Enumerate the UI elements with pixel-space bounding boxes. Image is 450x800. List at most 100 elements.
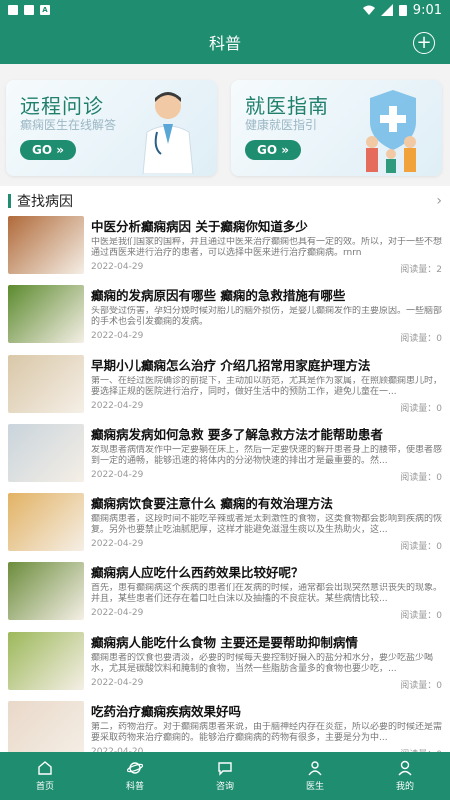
article-summary: 中医是我们国家的国粹，并且通过中医来治疗癫痫也具有一定的效。所以，对于一些不想通…: [91, 237, 442, 258]
article-thumbnail: [8, 631, 84, 690]
article-title: 癫痫病发病如何急救 要多了解急救方法才能帮助患者: [91, 426, 383, 442]
tab-consult[interactable]: 咨询: [180, 752, 270, 800]
banner-area: 远程问诊 癫痫医生在线解答 GO » 就医指南 健康就医指引 GO »: [0, 64, 450, 186]
plus-circle-icon: +: [416, 32, 432, 53]
chevron-right-icon[interactable]: ›: [436, 193, 442, 209]
article-thumbnail: [8, 562, 84, 621]
article-list: 中医分析癫痫病因 关于癫痫你知道多少中医是我们国家的国粹，并且通过中医来治疗癫痫…: [0, 212, 450, 752]
status-time: 9:01: [412, 2, 442, 18]
article-body: 癫痫病人应吃什么西药效果比较好呢？ 首先，患有癫痫病这个疾病的患者们在发病的时候，…: [91, 562, 442, 627]
notification-icon: [8, 5, 18, 15]
article-meta: 2022-04-29 阅读量：2: [91, 262, 442, 275]
article-title: 中医分析癫痫病因 关于癫痫你知道多少: [91, 219, 308, 234]
article-row[interactable]: 早期小儿癫痫怎么治疗 介绍几招常用家庭护理方法第一、在经过医院确诊的前提下，主动…: [0, 351, 450, 420]
article-title: 癫痫病人能吃什么食物 主要还是要帮助抑制病情: [91, 634, 358, 650]
go-button[interactable]: GO »: [245, 140, 301, 160]
article-title: 癫痫的发病原因有哪些 癫痫的急救措施有哪些: [91, 288, 346, 304]
tab-label: 首页: [35, 782, 54, 792]
status-bar: A 9:01: [0, 0, 450, 20]
article-date: 2022-04-29: [91, 608, 144, 619]
notification-icon: A: [40, 5, 50, 15]
article-row[interactable]: 中医分析癫痫病因 关于癫痫你知道多少中医是我们国家的国粹，并且通过中医来治疗癫痫…: [0, 212, 450, 281]
section-header: 查找病因 ›: [0, 190, 450, 212]
article-read-count: 阅读量：0: [400, 611, 442, 622]
tab-science[interactable]: 科普: [90, 752, 180, 800]
article-read-count: 阅读量：0: [400, 334, 442, 345]
article-row[interactable]: 吃药治疗癫痫疾病效果好吗第二，药物治疗。对于癫痫病患者来说，由于脑神经内存在炎症…: [0, 697, 450, 752]
article-summary: 癫痫患者的饮食也要清淡，必要的时候每天要控制好摄入的盐分和水分，要少吃盐少喝水，…: [91, 652, 434, 674]
article-summary: 第二，药物治疗。对于癫痫病患者来说，由于脑神经内存在炎症，所以必要的时候还是需要…: [91, 722, 442, 744]
article-row[interactable]: 癫痫病人能吃什么食物 主要还是要帮助抑制病情癫痫患者的饮食也要清淡，必要的时候每…: [0, 628, 450, 697]
article-row[interactable]: 癫痫病饮食要注意什么 癫痫的有效治理方法癫痫病患者，这段时间不能吃辛辣或者是太刺…: [0, 489, 450, 558]
user-icon: [398, 760, 412, 776]
article-body: 癫痫病饮食要注意什么 癫痫的有效治理方法癫痫病患者，这段时间不能吃辛辣或者是太刺…: [91, 493, 442, 558]
article-read-count: 阅读量：0: [400, 680, 442, 691]
tab-home[interactable]: 首页: [0, 752, 90, 800]
article-meta: 2022-04-29 阅读量：0: [91, 401, 442, 414]
wifi-icon: [362, 5, 375, 15]
article-title: 吃药治疗癫痫疾病效果好吗: [91, 704, 242, 720]
article-thumbnail: [8, 216, 84, 274]
go-button[interactable]: GO »: [20, 140, 76, 160]
article-summary: 发现患者病情发作中一定要躺在床上，然后一定要快速的解开患者身上的腰带，使患者感到…: [91, 444, 442, 466]
tab-label: 咨询: [215, 782, 234, 792]
article-summary: 头部受过伤害，孕妇分娩时候对胎儿的脑外损伤，是婴儿癫痫发作的主要原因。一些脑部的…: [91, 306, 442, 328]
article-body: 早期小儿癫痫怎么治疗 介绍几招常用家庭护理方法第一、在经过医院确诊的前提下，主动…: [91, 355, 442, 420]
tab-label: 我的: [395, 782, 414, 792]
planet-icon: [127, 762, 143, 774]
article-date: 2022-04-29: [91, 331, 144, 342]
article-body: 癫痫的发病原因有哪些 癫痫的急救措施有哪些头部受过伤害，孕妇分娩时候对胎儿的脑外…: [91, 285, 442, 350]
banner-subtitle: 健康就医指引: [245, 118, 318, 132]
article-meta: 2022-04-29 阅读量：0: [91, 608, 442, 621]
article-body: 癫痫病发病如何急救 要多了解急救方法才能帮助患者发现患者病情发作中一定要躺在床上…: [91, 424, 442, 489]
article-summary: 第一、在经过医院确诊的前提下，主动加以防范，尤其是作为家属，在照顾癫痫患儿时，要…: [91, 375, 442, 397]
article-thumbnail: [8, 493, 84, 552]
status-notification-icons: A: [8, 5, 50, 15]
title-bar: 科普 +: [0, 20, 450, 64]
article-read-count: 阅读量：0: [400, 472, 442, 483]
article-row[interactable]: 癫痫病发病如何急救 要多了解急救方法才能帮助患者发现患者病情发作中一定要躺在床上…: [0, 420, 450, 489]
section-accent-bar: [8, 194, 11, 208]
section-title: 查找病因: [17, 194, 73, 210]
article-title: 癫痫病人应吃什么西药效果比较好呢？: [91, 565, 304, 581]
banner-remote-consult[interactable]: 远程问诊 癫痫医生在线解答 GO »: [6, 80, 217, 176]
tab-label: 科普: [125, 782, 144, 792]
chat-icon: [218, 762, 232, 776]
article-read-count: 阅读量：0: [400, 403, 442, 414]
article-body: 吃药治疗癫痫疾病效果好吗第二，药物治疗。对于癫痫病患者来说，由于脑神经内存在炎症…: [91, 701, 442, 752]
article-body: 癫痫病人能吃什么食物 主要还是要帮助抑制病情癫痫患者的饮食也要清淡，必要的时候每…: [91, 632, 442, 697]
article-meta: 2022-04-29 阅读量：0: [91, 331, 442, 344]
article-date: 2022-04-29: [91, 677, 144, 688]
tab-mine[interactable]: 我的: [360, 752, 450, 800]
page-title: 科普: [208, 34, 241, 53]
doctor-illustration-icon: [142, 92, 194, 174]
article-thumbnail: [8, 354, 84, 413]
banner-subtitle: 癫痫医生在线解答: [20, 118, 117, 132]
battery-icon: [398, 5, 407, 16]
notification-icon: [24, 5, 34, 15]
family-shield-illustration-icon: [366, 90, 416, 173]
article-summary: 首先，患有癫痫病这个疾病的患者们在发病的时候，通常都会出现突然意识丧失的现象。并…: [91, 583, 442, 605]
article-row[interactable]: 癫痫病人应吃什么西药效果比较好呢？ 首先，患有癫痫病这个疾病的患者们在发病的时候，…: [0, 558, 450, 627]
article-read-count: 阅读量：2: [400, 265, 442, 275]
banner-title: 远程问诊: [20, 94, 104, 118]
home-icon: [38, 761, 52, 775]
article-thumbnail: [8, 423, 84, 482]
signal-icon: [380, 4, 393, 16]
article-date: 2022-04-29: [91, 262, 144, 272]
add-button[interactable]: +: [413, 32, 435, 54]
article-row[interactable]: 癫痫的发病原因有哪些 癫痫的急救措施有哪些头部受过伤害，孕妇分娩时候对胎儿的脑外…: [0, 281, 450, 350]
article-date: 2022-04-29: [91, 469, 144, 480]
article-meta: 2022-04-29 阅读量：0: [91, 470, 442, 483]
article-meta: 2022-04-29 阅读量：0: [91, 539, 442, 552]
article-thumbnail: [8, 701, 84, 752]
article-summary: 癫痫病患者，这段时间不能吃辛辣或者是太刺激性的食物，这类食物都会影响到疾病的恢复…: [91, 514, 442, 536]
tab-doctor[interactable]: 医生: [270, 752, 360, 800]
banner-medical-guide[interactable]: 就医指南 健康就医指引 GO »: [231, 80, 442, 176]
banner-title: 就医指南: [245, 94, 329, 118]
article-date: 2022-04-29: [91, 539, 144, 550]
article-title: 癫痫病饮食要注意什么 癫痫的有效治理方法: [91, 496, 333, 512]
article-read-count: 阅读量：0: [400, 542, 442, 553]
article-title: 早期小儿癫痫怎么治疗 介绍几招常用家庭护理方法: [91, 357, 371, 373]
article-date: 2022-04-29: [91, 400, 144, 411]
